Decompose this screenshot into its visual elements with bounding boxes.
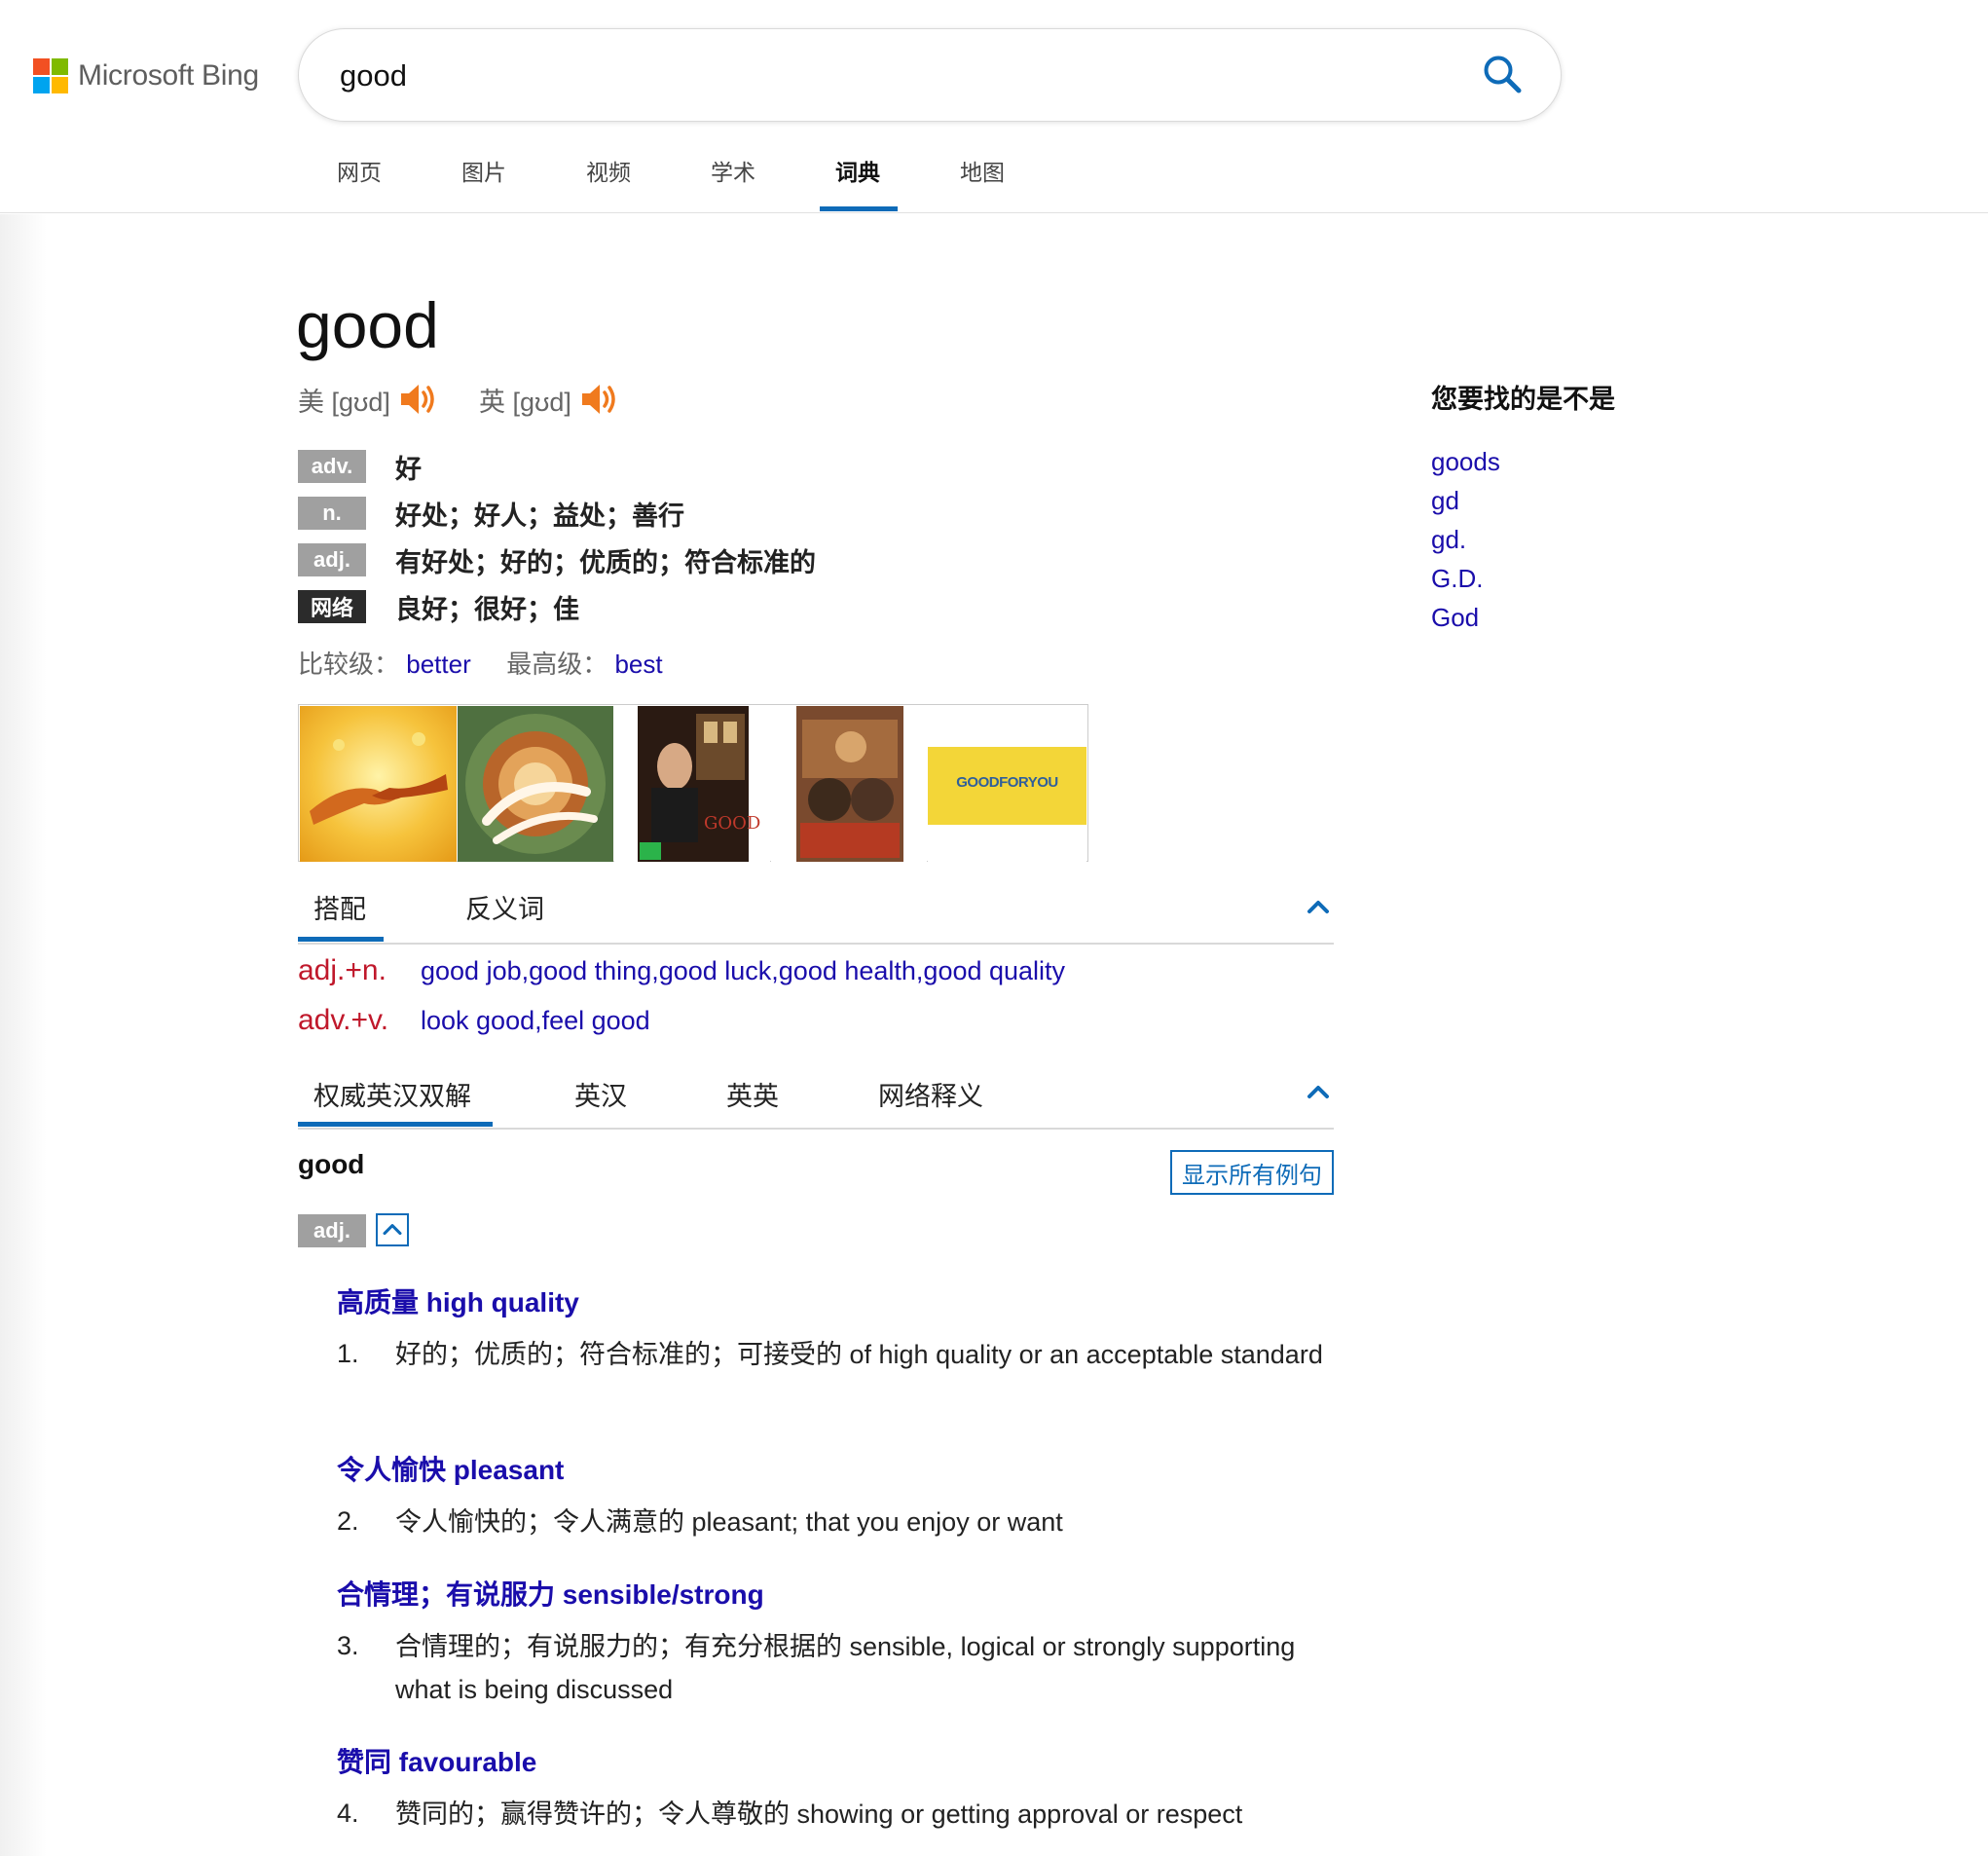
definition-text: 好处；好人；益处；善行 bbox=[395, 501, 684, 531]
suggestion-link[interactable]: gd bbox=[1431, 486, 1459, 516]
tab-en-en[interactable]: 英英 bbox=[726, 1075, 779, 1113]
pron-us-text: 美 [ɡʊd] bbox=[298, 387, 390, 417]
definition-row: adv. 好 bbox=[298, 449, 422, 484]
sense-number: 3. bbox=[337, 1631, 359, 1660]
pron-us: 美 [ɡʊd] bbox=[298, 380, 439, 419]
pos-tag: adv. bbox=[298, 450, 366, 483]
sense-heading: 赞同 favourable bbox=[337, 1747, 537, 1777]
collocation-pos: adv.+v. bbox=[298, 1004, 389, 1036]
sense-text: 好的；优质的；符合标准的；可接受的 of high quality or an … bbox=[395, 1340, 1323, 1369]
bing-logo[interactable]: Microsoft Bing bbox=[33, 58, 259, 93]
speaker-icon-us[interactable] bbox=[398, 380, 439, 419]
nav-tab-dictionary[interactable]: 词典 bbox=[835, 154, 880, 187]
sense-text: 合情理的；有说服力的；有充分根据的 sensible, logical or s… bbox=[395, 1632, 1296, 1704]
image-strip: GOOD GOODFORYOU bbox=[298, 704, 1088, 862]
active-tab-indicator bbox=[820, 206, 898, 211]
search-input[interactable] bbox=[338, 49, 1393, 103]
header: Microsoft Bing 网页 图片 视频 学术 词典 地图 bbox=[0, 0, 1988, 213]
nav-tab-web[interactable]: 网页 bbox=[337, 154, 382, 187]
sense-heading: 令人愉快 pleasant bbox=[337, 1455, 565, 1485]
brand-name: Microsoft Bing bbox=[78, 59, 259, 92]
dictionary-tabs: 权威英汉双解 英汉 英英 网络释义 bbox=[298, 1058, 1334, 1130]
goodforyou-text: GOODFORYOU bbox=[956, 774, 1058, 791]
active-tab-indicator bbox=[298, 937, 384, 942]
nav-tab-images[interactable]: 图片 bbox=[461, 154, 506, 187]
speaker-icon-uk[interactable] bbox=[579, 380, 620, 419]
comparative-link[interactable]: better bbox=[406, 650, 471, 679]
sense-heading: 合情理；有说服力 sensible/strong bbox=[337, 1579, 764, 1610]
good-vibes-image[interactable] bbox=[458, 706, 613, 862]
show-all-examples-button[interactable]: 显示所有例句 bbox=[1170, 1150, 1334, 1195]
collocation-links[interactable]: good job,good thing,good luck,good healt… bbox=[421, 956, 1065, 985]
svg-text:GOOD: GOOD bbox=[704, 813, 760, 834]
suggestion-link[interactable]: gd. bbox=[1431, 525, 1466, 555]
definition-row: n. 好处；好人；益处；善行 bbox=[298, 496, 684, 531]
tab-web-definitions[interactable]: 网络释义 bbox=[878, 1075, 983, 1113]
sense-number: 2. bbox=[337, 1506, 359, 1536]
pron-uk: 英 [ɡʊd] bbox=[479, 380, 620, 419]
definition-row: adj. 有好处；好的；优质的；符合标准的 bbox=[298, 542, 816, 577]
tab-collocation[interactable]: 搭配 bbox=[313, 888, 366, 926]
suggestion-link[interactable]: goods bbox=[1431, 447, 1500, 477]
pos-tag: adj. bbox=[298, 1214, 366, 1247]
entry-word: good bbox=[298, 1149, 365, 1179]
nav-tab-videos[interactable]: 视频 bbox=[586, 154, 631, 187]
pos-tag-web: 网络 bbox=[298, 590, 366, 623]
collocation-row: adj.+n. good job,good thing,good luck,goo… bbox=[298, 954, 1065, 987]
nav-tab-maps[interactable]: 地图 bbox=[960, 154, 1005, 187]
search-box bbox=[298, 28, 1562, 122]
goodforyou-image[interactable]: GOODFORYOU bbox=[928, 706, 1086, 862]
sense-heading: 高质量 high quality bbox=[337, 1287, 579, 1318]
tab-antonyms[interactable]: 反义词 bbox=[465, 888, 544, 926]
definition-text: 好 bbox=[395, 454, 422, 484]
pos-tag: n. bbox=[298, 497, 366, 530]
superlative-link[interactable]: best bbox=[614, 650, 662, 679]
search-icon[interactable] bbox=[1481, 53, 1524, 95]
microsoft-logo-icon bbox=[33, 58, 68, 93]
collocation-pos: adj.+n. bbox=[298, 954, 387, 986]
handshake-image[interactable] bbox=[300, 706, 457, 862]
comparative-label: 比较级： bbox=[298, 650, 400, 679]
did-you-mean-title: 您要找的是不是 bbox=[1431, 385, 1615, 414]
suggestion-link[interactable]: God bbox=[1431, 603, 1479, 633]
collapse-icon[interactable] bbox=[376, 1213, 409, 1246]
chevron-up-icon[interactable] bbox=[1305, 1079, 1332, 1106]
sense-text: 令人愉快的；令人满意的 pleasant; that you enjoy or … bbox=[395, 1507, 1063, 1537]
pos-tag: adj. bbox=[298, 543, 366, 576]
nav-tab-academic[interactable]: 学术 bbox=[711, 154, 755, 187]
headword: good bbox=[296, 289, 439, 361]
tab-authoritative[interactable]: 权威英汉双解 bbox=[313, 1075, 471, 1113]
suggestion-link[interactable]: G.D. bbox=[1431, 564, 1483, 594]
collocation-links[interactable]: look good,feel good bbox=[421, 1006, 650, 1035]
collocation-row: adv.+v. look good,feel good bbox=[298, 1004, 650, 1037]
chevron-up-icon[interactable] bbox=[1305, 894, 1332, 921]
sense-text: 赞同的；赢得赞许的；令人尊敬的 showing or getting appro… bbox=[395, 1800, 1243, 1829]
superlative-label: 最高级： bbox=[506, 650, 608, 679]
left-shade bbox=[0, 214, 47, 1856]
definition-text: 有好处；好的；优质的；符合标准的 bbox=[395, 547, 816, 577]
good-movie-poster[interactable]: GOOD bbox=[614, 706, 770, 862]
good-omens-poster[interactable] bbox=[771, 706, 927, 862]
sense-number: 1. bbox=[337, 1339, 359, 1368]
tab-en-zh[interactable]: 英汉 bbox=[574, 1075, 627, 1113]
pron-uk-text: 英 [ɡʊd] bbox=[479, 387, 571, 417]
definition-row: 网络 良好；很好；佳 bbox=[298, 589, 579, 624]
active-tab-indicator bbox=[298, 1122, 493, 1127]
sense-number: 4. bbox=[337, 1799, 359, 1828]
collocation-tabs: 搭配 反义词 bbox=[298, 872, 1334, 945]
word-forms: 比较级： better 最高级： best bbox=[298, 645, 663, 681]
definition-text: 良好；很好；佳 bbox=[395, 594, 579, 624]
